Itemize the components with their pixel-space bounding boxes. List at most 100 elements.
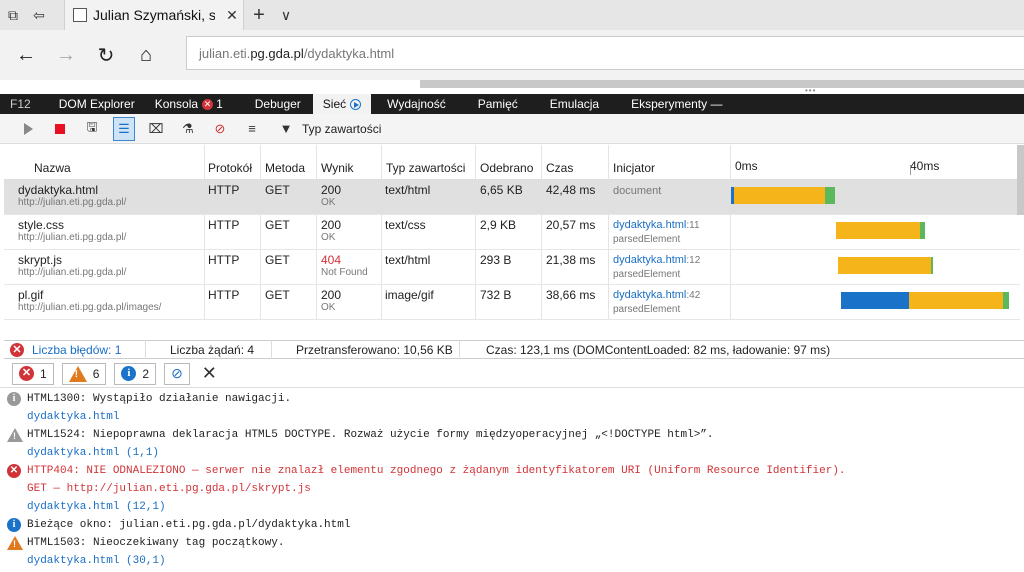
request-initiator[interactable]: dydaktyka.html:12: [613, 254, 700, 266]
column-header-method[interactable]: Metoda: [265, 161, 305, 175]
request-initiator[interactable]: dydaktyka.html:42: [613, 289, 700, 301]
request-received: 2,9 KB: [480, 218, 517, 232]
tab-console[interactable]: Konsola ✕ 1: [145, 94, 233, 114]
error-icon: ✕: [10, 342, 24, 357]
console-filter-bar: ✕ 1 ! 6 i2 ⊘ ✕: [0, 360, 1024, 388]
browser-tab[interactable]: Julian Szymański, strona ✕: [64, 0, 244, 30]
request-status-text: Not Found: [321, 267, 368, 278]
start-profiling-button[interactable]: [12, 117, 44, 141]
warning-icon: !: [7, 536, 23, 550]
console-message: i Bieżące okno: julian.eti.pg.gda.pl/dyd…: [0, 515, 1024, 533]
close-tab-icon[interactable]: ✕: [221, 7, 243, 24]
refresh-icon[interactable]: ↻: [86, 35, 126, 75]
chevron-down-icon[interactable]: ∨: [274, 7, 298, 24]
clear-on-navigate-toggle[interactable]: ☰: [113, 116, 135, 141]
message-text: Bieżące okno: julian.eti.pg.gda.pl/dydak…: [27, 519, 351, 531]
column-header-content-type[interactable]: Typ zawartości: [386, 161, 465, 175]
request-url: http://julian.eti.pg.gda.pl/: [18, 267, 127, 278]
column-header-result[interactable]: Wynik: [321, 161, 354, 175]
content-type-filter-label[interactable]: Typ zawartości: [302, 122, 381, 136]
clear-on-navigate-icon: ☰: [118, 120, 130, 136]
forward-arrow-icon[interactable]: →: [46, 35, 86, 75]
recording-icon: [350, 98, 362, 110]
tab-emulation[interactable]: Emulacja: [540, 94, 609, 114]
tab-network-label: Sieć: [322, 97, 347, 111]
address-host: pg.gda.pl: [250, 45, 304, 61]
clear-cache-button[interactable]: ⚗: [172, 117, 204, 141]
tab-dom-explorer[interactable]: DOM Explorer: [49, 94, 145, 114]
filter-warnings-button[interactable]: ! 6: [61, 362, 107, 385]
console-error-count: 1: [216, 97, 223, 111]
clear-session-button[interactable]: ⌧: [140, 117, 172, 141]
clear-console-icon[interactable]: ✕: [202, 363, 217, 384]
network-toolbar: 🖫 ☰ ⌧ ⚗ ⊘ ≡ ▼ Typ zawartości: [0, 114, 1024, 144]
column-header-name[interactable]: Nazwa: [34, 161, 71, 175]
column-header-initiator[interactable]: Inicjator: [613, 161, 655, 175]
request-content-type: text/html: [385, 253, 431, 267]
message-source-link[interactable]: dydaktyka.html (1,1): [27, 447, 159, 459]
filter-network-messages-button[interactable]: ⊘: [164, 362, 190, 385]
set-tabs-aside-icon[interactable]: ⇦: [26, 0, 52, 30]
request-url: http://julian.eti.pg.gda.pl/: [18, 197, 127, 208]
warning-icon: !: [68, 365, 87, 382]
table-row[interactable]: style.css http://julian.eti.pg.gda.pl/ H…: [4, 215, 1020, 250]
request-name: style.css: [18, 218, 65, 232]
tab-list-icon[interactable]: ⧉: [0, 0, 26, 30]
request-status: 404: [321, 253, 342, 267]
info-icon: i: [7, 518, 21, 532]
tab-performance-label: Wydajność: [387, 97, 446, 111]
new-tab-icon[interactable]: +: [244, 4, 274, 27]
request-initiator-type: parsedElement: [613, 304, 681, 315]
page-scrollbar[interactable]: [420, 80, 1024, 88]
column-header-protocol[interactable]: Protokół: [208, 161, 252, 175]
tab-performance[interactable]: Wydajność: [377, 94, 456, 114]
stop-profiling-button[interactable]: [44, 117, 76, 141]
summary-errors[interactable]: ✕ Liczba błędów: 1: [4, 340, 146, 359]
always-refresh-button[interactable]: ⊘: [204, 117, 236, 141]
timeline-done-bar: [920, 222, 925, 239]
table-row[interactable]: dydaktyka.html http://julian.eti.pg.gda.…: [4, 180, 1020, 215]
browser-tab-strip: ⧉ ⇦ Julian Szymański, strona ✕ + ∨: [0, 0, 1024, 30]
message-source-link[interactable]: dydaktyka.html: [27, 411, 119, 423]
column-header-received[interactable]: Odebrano: [480, 161, 533, 175]
tab-memory[interactable]: Pamięć: [468, 94, 528, 114]
timeline-receive-bar: [836, 222, 920, 239]
filter-icon: ▼: [279, 121, 293, 136]
column-header-time[interactable]: Czas: [546, 161, 573, 175]
home-icon[interactable]: ⌂: [126, 35, 166, 75]
initiator-link[interactable]: dydaktyka.html: [613, 219, 686, 231]
request-initiator[interactable]: dydaktyka.html:11: [613, 219, 700, 231]
tab-debugger[interactable]: Debuger: [245, 94, 311, 114]
message-source-link[interactable]: dydaktyka.html (30,1): [27, 555, 166, 567]
initiator-link[interactable]: dydaktyka.html: [613, 254, 686, 266]
timeline-done-bar: [931, 257, 933, 274]
address-bar[interactable]: julian.eti. pg.gda.pl/dydaktyka.html: [186, 36, 1024, 70]
filter-info-button[interactable]: i2: [114, 362, 157, 385]
initiator-link[interactable]: dydaktyka.html: [613, 289, 686, 301]
request-initiator-type: parsedElement: [613, 234, 681, 245]
network-vertical-scrollbar[interactable]: [1017, 145, 1024, 215]
network-messages-icon: ⊘: [171, 365, 183, 381]
summary-errors-label[interactable]: Liczba błędów: 1: [32, 343, 121, 357]
timeline-done-bar: [825, 187, 835, 204]
request-name: dydaktyka.html: [18, 183, 99, 197]
back-arrow-icon[interactable]: ←: [6, 35, 46, 75]
tab-experiments[interactable]: Eksperymenty —: [621, 94, 732, 114]
export-har-button[interactable]: 🖫: [76, 117, 108, 141]
message-request[interactable]: GET — http://julian.eti.pg.gda.pl/skrypt…: [27, 483, 311, 495]
stop-icon: [55, 123, 65, 134]
table-row[interactable]: skrypt.js http://julian.eti.pg.gda.pl/ H…: [4, 250, 1020, 285]
navigation-bar: ← → ↻ ⌂ julian.eti. pg.gda.pl/dydaktyka.h…: [0, 30, 1024, 80]
timeline-done-bar: [1003, 292, 1009, 309]
content-type-filter-button[interactable]: ▼: [274, 117, 298, 141]
request-initiator: document: [613, 185, 662, 197]
message-source-link[interactable]: dydaktyka.html (12,1): [27, 501, 166, 513]
request-status-text: OK: [321, 302, 336, 313]
table-row[interactable]: pl.gif http://julian.eti.pg.gda.pl/image…: [4, 285, 1020, 320]
clear-entries-button[interactable]: ≡: [236, 117, 268, 141]
address-domain: julian.eti.: [199, 45, 251, 61]
request-time: 21,38 ms: [546, 253, 596, 267]
filter-errors-button[interactable]: ✕ 1: [12, 362, 54, 385]
network-summary-bar: ✕ Liczba błędów: 1 Liczba żądań: 4 Przetr…: [4, 340, 1024, 359]
tab-network[interactable]: Sieć: [312, 94, 372, 114]
